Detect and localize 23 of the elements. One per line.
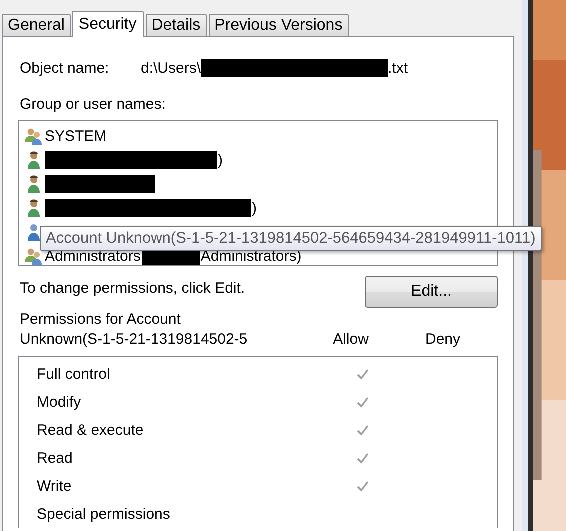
permissions-label: Permissions for Account Unknown(S-1-5-21-1319814502-5 bbox=[19, 310, 249, 350]
object-path-text: .txt bbox=[388, 60, 408, 76]
tab[interactable]: Previous Versions bbox=[208, 14, 349, 36]
permission-name: Read bbox=[36, 450, 74, 466]
user-name[interactable]: ) bbox=[218, 152, 223, 168]
tab[interactable]: General bbox=[2, 14, 71, 36]
section-label: Group or user names: bbox=[19, 96, 167, 115]
tab[interactable]: Security bbox=[72, 11, 144, 37]
column-header: Allow bbox=[332, 330, 370, 350]
permission-name: Full control bbox=[36, 366, 112, 382]
permission-name: Write bbox=[36, 478, 73, 494]
column-header: Deny bbox=[424, 330, 462, 350]
user-name[interactable]: SYSTEM bbox=[45, 128, 107, 144]
tooltip: Account Unknown(S-1-5-21-1319814502-564659434-281949911-1011) bbox=[40, 226, 542, 251]
permission-name: Modify bbox=[36, 394, 82, 410]
user-name[interactable]: ) bbox=[252, 200, 257, 216]
edit-button[interactable]: Edit... bbox=[365, 276, 498, 308]
permission-name: Read & execute bbox=[36, 422, 145, 438]
instruction-text: To change permissions, click Edit. bbox=[19, 280, 246, 297]
object-path-text: d:\Users\ bbox=[141, 60, 202, 76]
permission-name: Special permissions bbox=[36, 506, 172, 522]
field-label: Object name: bbox=[19, 60, 110, 76]
tab[interactable]: Details bbox=[146, 14, 207, 36]
